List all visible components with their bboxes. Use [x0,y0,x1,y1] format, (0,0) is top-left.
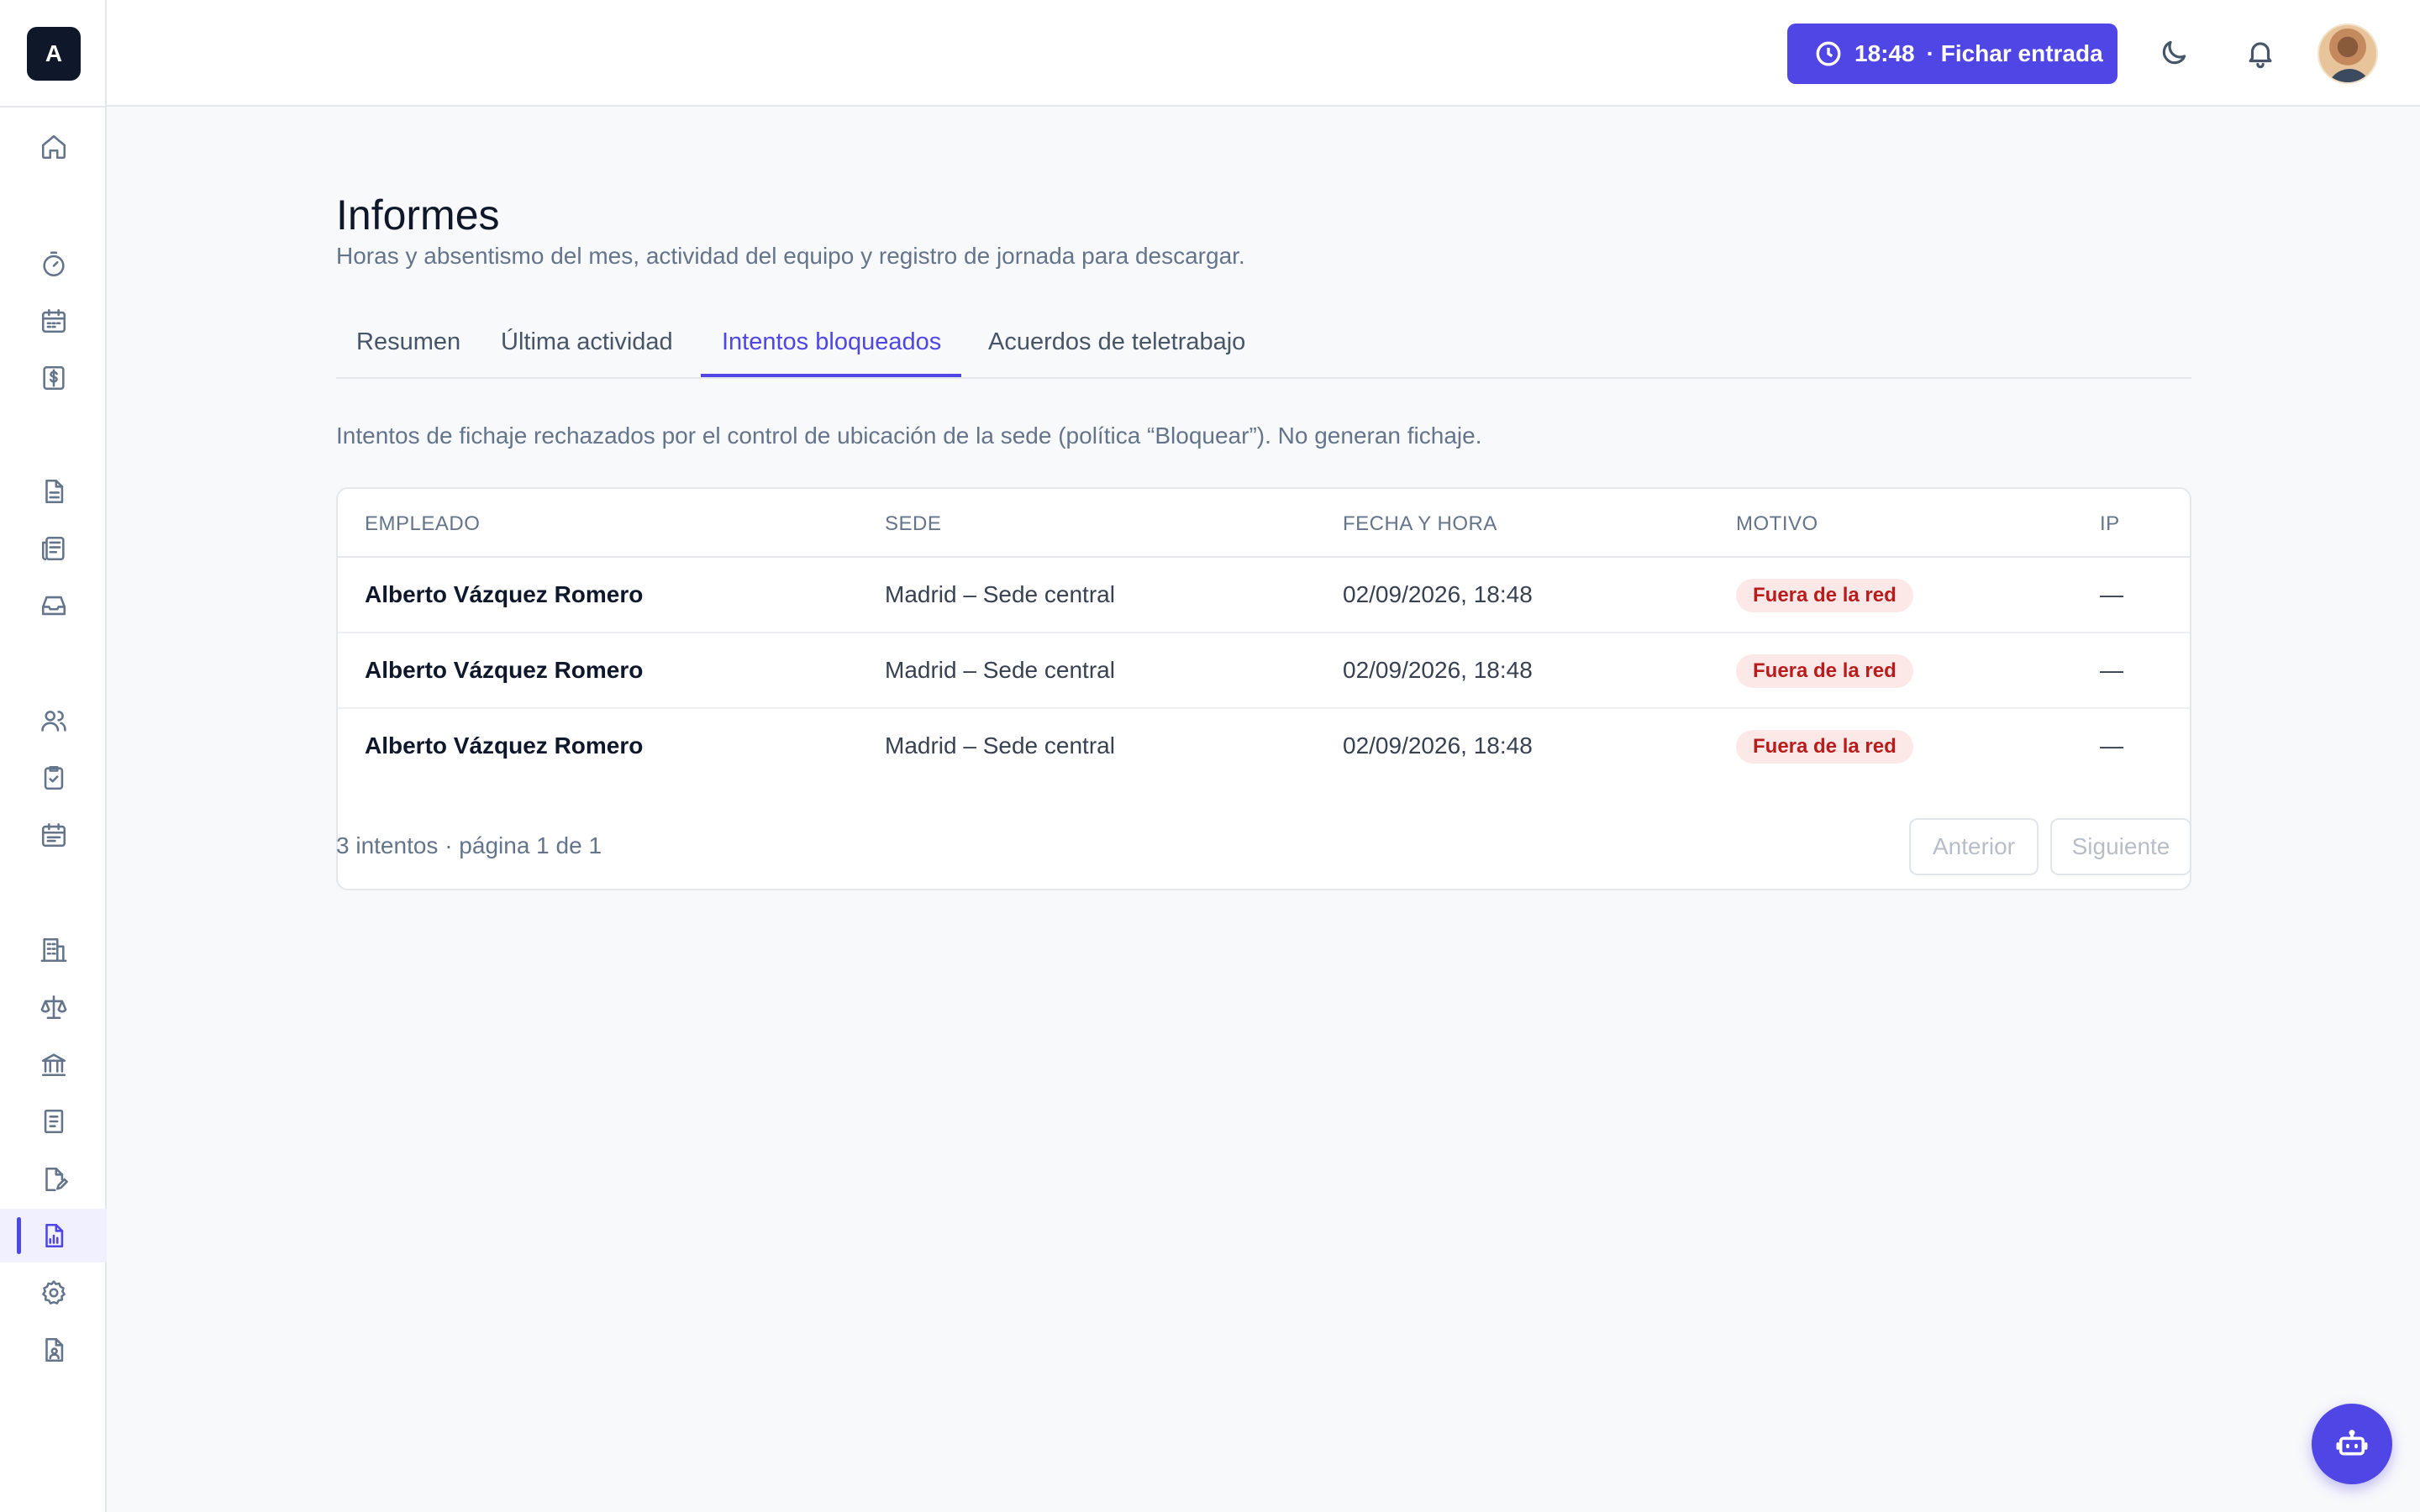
tab-resumen[interactable]: Resumen [356,328,460,356]
calendar-icon [41,308,66,333]
pagination-info: 3 intentos · página 1 de 1 [336,832,602,858]
calendar-list-icon [41,822,66,848]
sidebar-item-reports[interactable] [0,1209,107,1263]
employee-name: Alberto Vázquez Romero [365,732,644,759]
next-page-button[interactable]: Siguiente [2050,818,2191,875]
attempt-datetime: 02/09/2026, 18:48 [1343,657,1533,683]
clock-action-label: · Fichar entrada [1926,40,2103,66]
dollar-document-icon [42,365,65,391]
site-name: Madrid – Sede central [885,732,1115,759]
notifications-button[interactable] [2239,32,2281,74]
topbar: 18:48 · Fichar entrada [107,0,2420,107]
attempt-datetime: 02/09/2026, 18:48 [1343,581,1533,607]
avatar[interactable] [2317,24,2378,84]
sidebar-item-home[interactable] [0,120,107,174]
ip-value: — [2100,657,2123,683]
section-description: Intentos de fichaje rechazados por el co… [336,423,1482,449]
sidebar-item-news[interactable] [0,522,107,575]
tab-ultima-actividad[interactable]: Última actividad [501,328,673,356]
home-icon [41,134,66,160]
column-header-reason: MOTIVO [1736,512,1818,535]
active-tab-indicator [701,374,961,377]
previous-page-button[interactable]: Anterior [1909,818,2039,875]
column-header-datetime: FECHA Y HORA [1343,512,1497,535]
users-icon [40,711,66,732]
table-row: Alberto Vázquez Romero Madrid – Sede cen… [338,709,2190,785]
sidebar-item-bank[interactable] [0,1037,107,1091]
table-row: Alberto Vázquez Romero Madrid – Sede cen… [338,633,2190,709]
clock-in-button[interactable]: 18:48 · Fichar entrada [1787,24,2118,84]
attempt-datetime: 02/09/2026, 18:48 [1343,732,1533,759]
sidebar-item-legal[interactable] [0,980,107,1034]
clock-icon [1816,41,1841,66]
sidebar-item-calendar[interactable] [0,294,107,348]
employee-name: Alberto Vázquez Romero [365,581,644,607]
sidebar-item-team[interactable] [0,694,107,748]
sidebar-item-offices[interactable] [0,923,107,977]
receipt-icon [44,1109,63,1134]
ip-value: — [2100,732,2123,759]
user-document-icon [45,1337,63,1362]
column-header-site: SEDE [885,512,942,535]
page-subtitle: Horas y absentismo del mes, actividad de… [336,243,1245,269]
sidebar-item-payroll[interactable] [0,1095,107,1148]
sidebar: A [0,0,107,1512]
reason-badge: Fuera de la red [1736,654,1913,688]
bell-icon [2249,42,2272,69]
sidebar-item-inbox[interactable] [0,579,107,633]
sidebar-item-tasks[interactable] [0,751,107,805]
assistant-button[interactable] [2312,1404,2392,1484]
bank-icon [41,1053,66,1077]
clipboard-check-icon [44,765,63,790]
robot-icon [2336,1430,2368,1456]
app-logo[interactable]: A [27,27,81,81]
tabs: Resumen Última actividad Intentos bloque… [336,313,2191,379]
tab-acuerdos-teletrabajo[interactable]: Acuerdos de teletrabajo [988,328,1245,356]
reason-badge: Fuera de la red [1736,579,1913,612]
sidebar-item-schedule[interactable] [0,808,107,862]
site-name: Madrid – Sede central [885,657,1115,683]
sidebar-item-signatures[interactable] [0,1152,107,1206]
column-header-ip: IP [2100,512,2120,535]
tab-intentos-bloqueados[interactable]: Intentos bloqueados [722,328,941,356]
table-row: Alberto Vázquez Romero Madrid – Sede cen… [338,558,2190,633]
inbox-icon [41,596,66,616]
theme-toggle-button[interactable] [2153,32,2195,74]
page-title: Informes [336,192,500,239]
sidebar-item-expenses[interactable] [0,351,107,405]
sidebar-item-documents[interactable] [0,465,107,518]
employee-name: Alberto Vázquez Romero [365,657,644,683]
clock-time: 18:48 [1854,40,1915,66]
settings-icon [41,1280,66,1305]
moon-icon [2162,40,2186,65]
newspaper-icon [41,536,65,561]
building-icon [40,937,66,963]
sidebar-item-settings[interactable] [0,1266,107,1320]
sidebar-item-timer[interactable] [0,238,107,291]
site-name: Madrid – Sede central [885,581,1115,607]
sidebar-item-profile[interactable] [0,1323,107,1377]
reason-badge: Fuera de la red [1736,730,1913,764]
scale-icon [40,995,66,1020]
table-header: EMPLEADO SEDE FECHA Y HORA MOTIVO IP [338,489,2190,558]
ip-value: — [2100,581,2123,607]
timer-icon [42,251,65,277]
column-header-employee: EMPLEADO [365,512,481,535]
document-edit-icon [45,1167,68,1192]
report-chart-icon [45,1223,63,1248]
sidebar-divider [0,106,107,108]
document-icon [45,479,63,504]
